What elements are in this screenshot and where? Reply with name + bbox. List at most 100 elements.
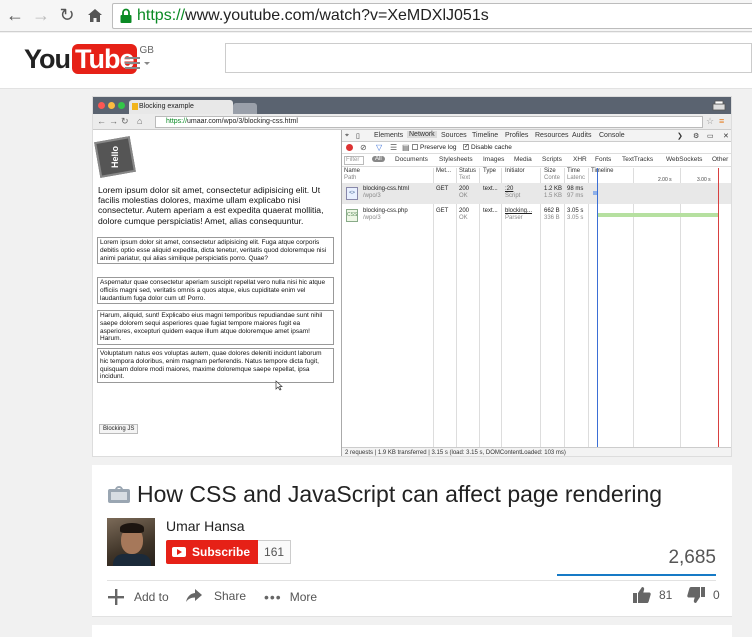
filter-media: Media <box>514 156 532 163</box>
guide-menu-icon[interactable] <box>125 55 151 71</box>
close-dot-icon <box>98 102 105 109</box>
cursor-icon <box>275 380 283 391</box>
search-input[interactable] <box>225 43 752 73</box>
header-content-label: Conte <box>544 175 561 181</box>
demo-page: Hello Lorem ipsum dolor sit amet, consec… <box>93 130 341 456</box>
inner-star-icon: ☆ <box>706 116 715 126</box>
subscribe-red[interactable]: Subscribe <box>166 540 259 564</box>
divider <box>107 580 716 581</box>
network-filter-bar: Filter All Documents Stylesheets Images … <box>342 154 731 167</box>
subscribe-button[interactable]: Subscribe 161 <box>166 540 292 564</box>
row-initiator: blocking... Parser <box>505 208 532 222</box>
row-time: 98 ms 97 ms <box>567 186 583 200</box>
inner-home-icon: ⌂ <box>137 116 143 126</box>
lock-icon <box>120 8 132 23</box>
row-status-text: OK <box>459 215 468 221</box>
inner-url-scheme: https:// <box>166 118 188 125</box>
youtube-play-icon <box>172 547 186 557</box>
lorem-box: Harum, aliquid, sunt! Explicabo eius mag… <box>97 310 334 346</box>
row-type: text... <box>483 208 498 214</box>
zoom-dot-icon <box>118 102 125 109</box>
header-status: Status Text <box>459 168 476 182</box>
header-time-label: Time <box>567 168 581 174</box>
dislike-button[interactable]: 0 <box>687 587 720 603</box>
close-devtools-icon: ✕ <box>723 133 729 140</box>
inner-menu-icon: ≡ <box>719 116 725 126</box>
header-status-label: Status <box>459 168 477 174</box>
share-button[interactable]: Share <box>186 589 246 603</box>
view-count: 2,685 <box>668 547 716 568</box>
list-view-icon: ☰ <box>390 143 398 152</box>
favicon-icon <box>132 103 138 110</box>
channel-avatar[interactable] <box>107 518 155 566</box>
row-path-text: /wpo/3 <box>363 193 381 199</box>
url-scheme: https:// <box>137 7 186 24</box>
network-toolbar: ⊘ ▽ ☰ ▤ Preserve log ✓ Disable cache <box>342 142 731 154</box>
preserve-log-label: Preserve log <box>420 144 457 151</box>
row-status: 200 OK <box>459 208 469 222</box>
disable-cache-label: Disable cache <box>471 144 512 151</box>
add-to-label: Add to <box>134 590 169 604</box>
filter-documents: Documents <box>395 156 428 163</box>
filter-fonts: Fonts <box>595 156 612 163</box>
like-count: 81 <box>659 588 673 602</box>
row-size-text: 662 B <box>544 208 560 214</box>
row-initiator-text: :20 <box>505 186 514 192</box>
video-player[interactable]: Blocking example ← → ↻ ⌂ https://umaar.c… <box>92 96 732 457</box>
filter-images: Images <box>483 156 505 163</box>
filter-websockets: WebSockets <box>666 156 703 163</box>
header-path-label: Path <box>344 175 357 181</box>
lorem-box: Voluptatum natus eos voluptas autem, qua… <box>97 348 334 384</box>
hello-text: Hello <box>109 145 120 169</box>
row-name: blocking-css.html/wpo/3 <box>363 186 409 200</box>
home-icon[interactable] <box>84 4 106 26</box>
header-type: Type <box>483 168 497 174</box>
next-card <box>92 625 732 637</box>
video-info-card: How CSS and JavaScript can affect page r… <box>92 465 732 617</box>
address-bar[interactable]: https://www.youtube.com/watch?v=XeMDXlJ0… <box>112 3 752 29</box>
row-time-text: 3.05 s <box>567 208 584 214</box>
filter-funnel-icon: ▽ <box>376 143 383 152</box>
subscribe-label: Subscribe <box>192 545 251 559</box>
add-to-button[interactable]: Add to <box>108 589 169 605</box>
row-initiator-sub: Script <box>505 193 521 199</box>
playlist-thumb-icon <box>108 485 130 503</box>
channel-name[interactable]: Umar Hansa <box>166 518 245 534</box>
row-latency-text: 3.05 s <box>567 215 584 221</box>
table-row: CSS blocking-css.php/wpo/3 GET 200 OK tex… <box>342 205 731 226</box>
more-button[interactable]: ••• More <box>264 589 317 605</box>
css-file-icon: CSS <box>346 209 358 222</box>
lorem-box: Lorem ipsum dolor sit amet, consectetur … <box>97 237 334 265</box>
tab-console: Console <box>599 132 625 139</box>
row-status-code: 200 <box>459 186 470 192</box>
browser-toolbar: ← → ↻ https://www.youtube.com/watch?v=Xe… <box>0 0 752 32</box>
row-initiator-sub: Parser <box>505 215 523 221</box>
reload-icon[interactable]: ↻ <box>56 4 78 26</box>
share-label: Share <box>214 589 247 603</box>
logo-you: You <box>24 44 71 74</box>
back-icon[interactable]: ← <box>4 4 26 26</box>
row-status-text: OK <box>459 193 468 199</box>
forward-icon[interactable]: → <box>30 4 52 26</box>
domcontentloaded-line <box>597 168 598 449</box>
tab-elements: Elements <box>374 132 404 139</box>
sentiment-bar <box>557 574 716 576</box>
filter-scripts: Scripts <box>542 156 562 163</box>
like-button[interactable]: 81 <box>633 587 672 603</box>
row-content-size: 1.5 KB <box>544 193 563 199</box>
more-dots-icon: ••• <box>264 589 282 605</box>
more-label: More <box>289 590 318 604</box>
inner-tab-title: Blocking example <box>139 103 194 110</box>
dock-icon: ▭ <box>707 133 714 140</box>
header-name: Name Path <box>344 168 360 182</box>
row-latency-text: 97 ms <box>567 193 584 199</box>
row-initiator: :20 Script <box>505 186 520 200</box>
tab-sources: Sources <box>441 132 467 139</box>
inner-tab: Blocking example <box>129 100 233 114</box>
row-time-text: 98 ms <box>567 186 584 192</box>
console-drawer-icon: ❯ <box>677 133 683 140</box>
filter-all: All <box>372 156 385 162</box>
html-file-icon: <> <box>346 187 358 200</box>
network-table: Name Path Met... Status Text Type Initiato… <box>342 168 731 449</box>
plus-icon <box>108 589 124 605</box>
